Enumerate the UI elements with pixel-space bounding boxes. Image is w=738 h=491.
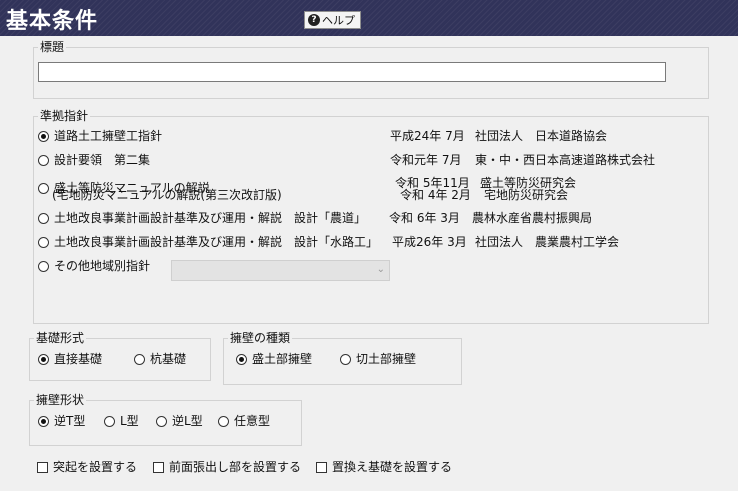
checkbox-label: 置換え基礎を設置する — [332, 460, 453, 474]
help-button-label: ヘルプ — [322, 14, 355, 27]
standard-option-farm-road[interactable]: 土地改良事業計画設計基準及び運用・解説 設計「農道」 — [38, 210, 366, 226]
wall-shape-option-l[interactable]: L型 — [104, 413, 139, 429]
radio-button[interactable] — [38, 130, 49, 142]
radio-button[interactable] — [38, 353, 49, 365]
standard-option-road[interactable]: 道路土工擁壁工指針 — [38, 128, 162, 144]
help-button[interactable]: ? ヘルプ — [304, 11, 361, 29]
foundation-group: 基礎形式 直接基礎 杭基礎 — [29, 331, 211, 381]
checkbox-label: 前面張出し部を設置する — [169, 460, 302, 474]
radio-button[interactable] — [340, 353, 351, 365]
standard-label: 道路土工擁壁工指針 — [54, 129, 163, 143]
wall-shape-label: 逆L型 — [172, 414, 203, 428]
title-group-legend: 標題 — [38, 40, 67, 54]
chevron-down-icon: ⌄ — [376, 264, 385, 275]
standard-group-legend: 準拠指針 — [38, 109, 91, 123]
standard-date: 令和 6年 3月 — [389, 211, 460, 225]
standard-option-waterway[interactable]: 土地改良事業計画設計基準及び運用・解説 設計「水路工」 — [38, 234, 378, 250]
radio-button[interactable] — [38, 182, 49, 194]
standard-publisher-line2: 宅地防災研究会 — [484, 188, 569, 202]
standard-option-other[interactable]: その他地域別指針 — [38, 258, 150, 274]
standard-label-line2: (宅地防災マニュアルの解説(第三次改訂版) — [52, 188, 282, 202]
title-input[interactable] — [38, 62, 666, 82]
wall-type-option-cut[interactable]: 切土部擁壁 — [340, 351, 416, 367]
radio-button[interactable] — [236, 353, 247, 365]
wall-shape-option-inverted-t[interactable]: 逆T型 — [38, 413, 85, 429]
foundation-label: 杭基礎 — [150, 352, 187, 366]
wall-type-group-legend: 擁壁の種類 — [228, 331, 293, 345]
wall-shape-label: 任意型 — [234, 414, 271, 428]
foundation-option-pile[interactable]: 杭基礎 — [134, 351, 186, 367]
foundation-option-direct[interactable]: 直接基礎 — [38, 351, 102, 367]
foundation-label: 直接基礎 — [54, 352, 103, 366]
page-title: 基本条件 — [6, 9, 99, 34]
wall-shape-label: L型 — [120, 414, 139, 428]
radio-button[interactable] — [38, 415, 49, 427]
standard-label: その他地域別指針 — [54, 259, 151, 273]
radio-button[interactable] — [218, 415, 229, 427]
radio-button[interactable] — [38, 236, 49, 248]
wall-shape-option-inverted-l[interactable]: 逆L型 — [156, 413, 203, 429]
wall-shape-group: 擁壁形状 逆T型 L型 逆L型 任意型 — [29, 393, 302, 446]
standard-label: 土地改良事業計画設計基準及び運用・解説 設計「水路工」 — [54, 235, 379, 249]
title-group: 標題 — [33, 40, 709, 99]
checkbox-label: 突起を設置する — [53, 460, 138, 474]
checkbox-front-overhang[interactable]: 前面張出し部を設置する — [153, 459, 301, 475]
wall-type-label: 切土部擁壁 — [356, 352, 417, 366]
help-icon: ? — [308, 14, 320, 26]
checkbox-protrusion[interactable]: 突起を設置する — [37, 459, 137, 475]
wall-type-label: 盛土部擁壁 — [252, 352, 313, 366]
wall-type-group: 擁壁の種類 盛土部擁壁 切土部擁壁 — [223, 331, 462, 385]
radio-button[interactable] — [156, 415, 167, 427]
standard-publisher: 社団法人 日本道路協会 — [475, 129, 608, 143]
wall-type-option-fill[interactable]: 盛土部擁壁 — [236, 351, 312, 367]
radio-button[interactable] — [38, 212, 49, 224]
radio-button[interactable] — [38, 260, 49, 272]
standard-publisher: 農林水産省農村振興局 — [472, 211, 593, 225]
standard-option-design-manual[interactable]: 設計要領 第二集 — [38, 152, 150, 168]
standard-publisher: 東・中・西日本高速道路株式会社 — [475, 153, 656, 167]
standard-label: 設計要領 第二集 — [54, 153, 151, 167]
standard-date-line2: 令和 4年 2月 — [400, 188, 471, 202]
wall-shape-group-legend: 擁壁形状 — [34, 393, 87, 407]
wall-shape-label: 逆T型 — [54, 414, 86, 428]
standard-publisher: 社団法人 農業農村工学会 — [475, 235, 620, 249]
checkbox[interactable] — [153, 461, 164, 473]
standard-label: 土地改良事業計画設計基準及び運用・解説 設計「農道」 — [54, 211, 367, 225]
radio-button[interactable] — [134, 353, 145, 365]
standard-date: 平成26年 3月 — [392, 235, 467, 249]
checkbox-replacement-foundation[interactable]: 置換え基礎を設置する — [316, 459, 452, 475]
regional-standard-select[interactable]: ⌄ — [171, 260, 390, 281]
checkbox[interactable] — [37, 461, 48, 473]
standard-date: 令和元年 7月 — [390, 153, 462, 167]
wall-shape-option-arbitrary[interactable]: 任意型 — [218, 413, 270, 429]
standard-date: 平成24年 7月 — [390, 129, 465, 143]
radio-button[interactable] — [104, 415, 115, 427]
checkbox[interactable] — [316, 461, 327, 473]
title-bar: 基本条件 ? ヘルプ — [0, 0, 738, 36]
standard-group: 準拠指針 道路土工擁壁工指針 平成24年 7月 社団法人 日本道路協会 設計要領… — [33, 109, 709, 324]
foundation-group-legend: 基礎形式 — [34, 331, 87, 345]
radio-button[interactable] — [38, 154, 49, 166]
